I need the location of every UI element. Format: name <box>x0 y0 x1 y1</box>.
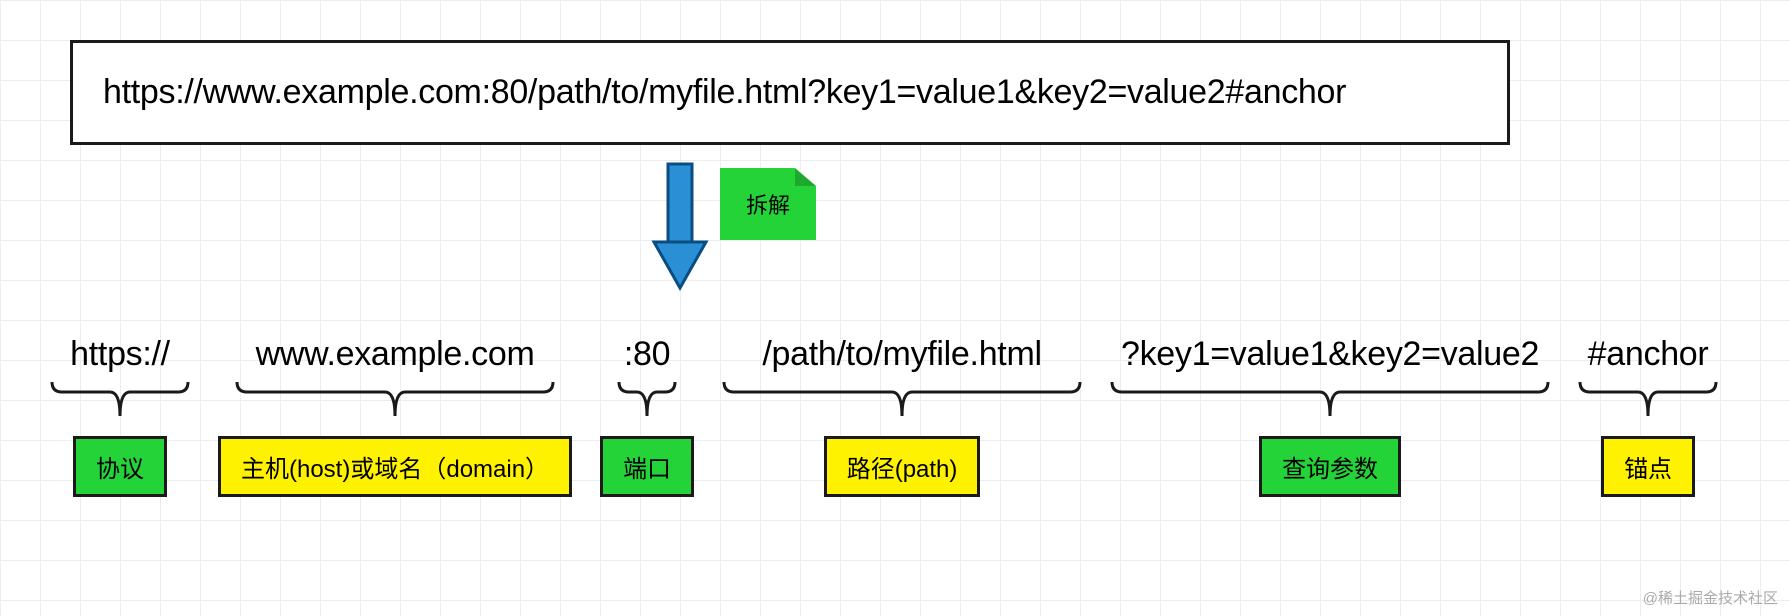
url-part: #anchor 锚点 <box>1578 335 1718 497</box>
url-part-text: https:// <box>70 335 170 374</box>
url-part-label: 查询参数 <box>1259 436 1401 497</box>
url-part-label: 协议 <box>73 436 167 497</box>
url-part-label: 主机(host)或域名（domain） <box>218 436 572 497</box>
full-url-text: https://www.example.com:80/path/to/myfil… <box>103 73 1346 112</box>
url-part-text: #anchor <box>1588 335 1709 374</box>
url-part-label: 路径(path) <box>824 436 981 497</box>
url-part-text: /path/to/myfile.html <box>762 335 1041 374</box>
url-part-text: www.example.com <box>256 335 535 374</box>
url-part-text: ?key1=value1&key2=value2 <box>1121 335 1539 374</box>
full-url-box: https://www.example.com:80/path/to/myfil… <box>70 40 1510 145</box>
curly-brace-icon <box>235 380 555 418</box>
url-parts-row: https:// 协议 www.example.com 主机(host)或域名（dom… <box>50 335 1770 497</box>
url-part: ?key1=value1&key2=value2 查询参数 <box>1110 335 1550 497</box>
url-part-label: 锚点 <box>1601 436 1695 497</box>
url-part: /path/to/myfile.html 路径(path) <box>722 335 1082 497</box>
url-part-text: :80 <box>624 335 670 374</box>
breakdown-note-text: 拆解 <box>746 188 790 220</box>
url-part-label: 端口 <box>600 436 694 497</box>
url-part: www.example.com 主机(host)或域名（domain） <box>218 335 572 497</box>
curly-brace-icon <box>617 380 677 418</box>
url-part: https:// 协议 <box>50 335 190 497</box>
watermark-text: @稀土掘金技术社区 <box>1643 587 1778 608</box>
curly-brace-icon <box>1578 380 1718 418</box>
arrow-down-icon <box>650 160 710 295</box>
curly-brace-icon <box>50 380 190 418</box>
curly-brace-icon <box>722 380 1082 418</box>
url-part: :80 端口 <box>600 335 694 497</box>
curly-brace-icon <box>1110 380 1550 418</box>
breakdown-note: 拆解 <box>720 168 816 240</box>
